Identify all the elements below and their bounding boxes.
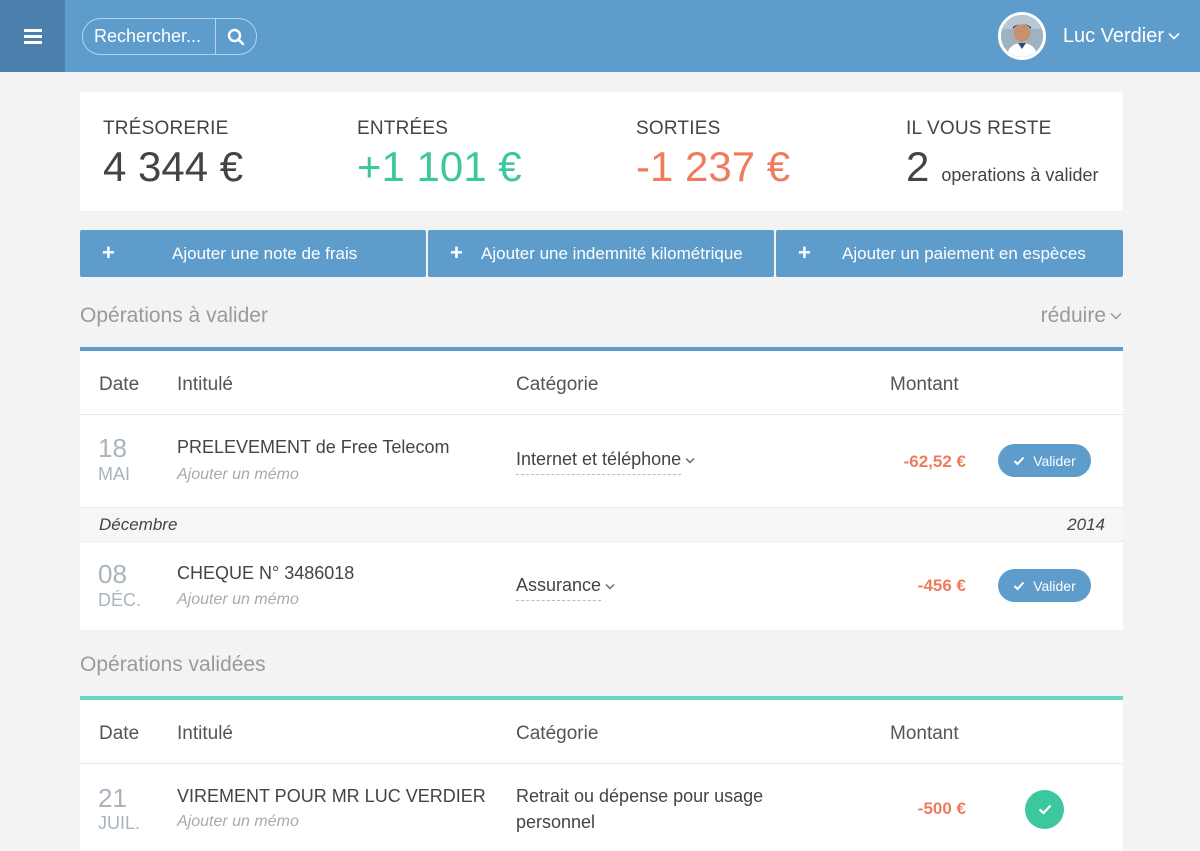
date-day: 21 — [98, 783, 127, 813]
month-group-header: Décembre 2014 — [80, 507, 1123, 542]
column-header-intitule: Intitulé — [177, 374, 233, 395]
date-day: 18 — [98, 433, 127, 463]
chevron-down-icon — [1110, 312, 1122, 320]
memo-field[interactable]: Ajouter un mémo — [177, 466, 299, 484]
chevron-down-icon — [605, 583, 615, 590]
validate-label: Valider — [1033, 452, 1076, 469]
group-year: 2014 — [1067, 515, 1105, 534]
category-value: Assurance — [516, 575, 602, 601]
stat-value: -1 237 € — [636, 143, 791, 190]
magnifier-icon — [227, 28, 245, 46]
stat-entrees: ENTRÉES +1 101 € — [357, 118, 522, 188]
column-header-intitule: Intitulé — [177, 723, 233, 744]
memo-field[interactable]: Ajouter un mémo — [177, 813, 299, 831]
avatar — [997, 12, 1046, 60]
action-bar: + Ajouter une note de frais + Ajouter un… — [80, 230, 1123, 277]
check-icon — [1013, 456, 1025, 466]
search-input[interactable] — [83, 19, 215, 54]
stat-label: SORTIES — [636, 118, 721, 139]
summary-card: TRÉSORERIE 4 344 € ENTRÉES +1 101 € SORT… — [80, 92, 1123, 211]
stat-tresorerie: TRÉSORERIE 4 344 € — [103, 118, 243, 188]
table-header: Date Intitulé Catégorie Montant — [80, 351, 1123, 415]
column-header-date: Date — [99, 723, 140, 744]
section-title-pending: Opérations à valider — [80, 304, 268, 327]
button-label: Ajouter un paiement en espèces — [842, 244, 1086, 263]
button-label: Ajouter une indemnité kilométrique — [481, 244, 743, 263]
column-header-categorie: Catégorie — [516, 723, 599, 744]
validate-button[interactable]: Valider — [998, 444, 1091, 477]
plus-icon: + — [450, 240, 463, 265]
user-menu[interactable]: Luc Verdier — [997, 12, 1180, 60]
chevron-down-icon — [1168, 32, 1180, 40]
stat-label: ENTRÉES — [357, 118, 449, 139]
operation-label: VIREMENT POUR MR LUC VERDIER — [177, 786, 486, 806]
category-line: Retrait ou dépense pour usage — [516, 786, 764, 806]
operation-label: CHEQUE N° 3486018 — [177, 563, 355, 583]
date-month: MAI — [98, 464, 131, 484]
validate-button[interactable]: Valider — [998, 569, 1091, 602]
validated-operations-table: Date Intitulé Catégorie Montant 21 JUIL.… — [80, 696, 1123, 851]
stat-reste: IL VOUS RESTE 2 operations à valider — [906, 118, 1098, 188]
hamburger-icon — [23, 28, 42, 44]
category-value: Retrait ou dépense pour usage personnel — [516, 783, 806, 835]
operation-label: PRELEVEMENT de Free Telecom — [177, 437, 450, 457]
group-month: Décembre — [99, 515, 178, 534]
stat-sorties: SORTIES -1 237 € — [636, 118, 790, 188]
button-label: Ajouter une note de frais — [172, 244, 358, 263]
pending-operations-table: Date Intitulé Catégorie Montant 18 MAI P… — [80, 347, 1123, 630]
category-select[interactable]: Internet et téléphone — [516, 449, 695, 475]
category-select[interactable]: Assurance — [516, 575, 615, 601]
user-name: Luc Verdier — [1062, 24, 1164, 47]
stat-value: 2 — [906, 143, 930, 190]
check-icon — [1013, 581, 1025, 591]
table-row: 18 MAI PRELEVEMENT de Free Telecom Ajout… — [80, 416, 1123, 504]
column-header-montant: Montant — [890, 723, 959, 744]
stat-label: TRÉSORERIE — [103, 118, 229, 139]
add-mileage-allowance-button[interactable]: + Ajouter une indemnité kilométrique — [428, 230, 774, 277]
validated-badge — [1025, 790, 1064, 829]
memo-field[interactable]: Ajouter un mémo — [177, 591, 299, 609]
section-title-validated: Opérations validées — [80, 653, 266, 676]
column-header-categorie: Catégorie — [516, 374, 599, 395]
stat-value: +1 101 € — [357, 143, 522, 190]
search-box — [82, 18, 257, 55]
category-line: personnel — [516, 812, 596, 832]
check-icon — [1038, 804, 1052, 815]
search-button[interactable] — [215, 19, 256, 54]
reduce-label: réduire — [1040, 304, 1106, 327]
stat-value: 4 344 € — [103, 143, 244, 190]
date-month: JUIL. — [98, 813, 141, 833]
plus-icon: + — [102, 240, 115, 265]
category-value: Internet et téléphone — [516, 449, 682, 475]
stat-caption: operations à valider — [941, 165, 1099, 185]
date-month: DÉC. — [98, 590, 142, 610]
stat-label: IL VOUS RESTE — [906, 118, 1052, 139]
table-row: 21 JUIL. VIREMENT POUR MR LUC VERDIER Aj… — [80, 765, 1123, 851]
add-expense-note-button[interactable]: + Ajouter une note de frais — [80, 230, 426, 277]
amount: -456 € — [917, 576, 966, 595]
amount: -500 € — [917, 799, 966, 818]
menu-button[interactable] — [0, 0, 65, 72]
table-row: 08 DÉC. CHEQUE N° 3486018 Ajouter un mém… — [80, 542, 1123, 630]
table-header: Date Intitulé Catégorie Montant — [80, 700, 1123, 764]
date-day: 08 — [98, 559, 127, 589]
plus-icon: + — [798, 240, 811, 265]
top-bar: Luc Verdier — [0, 0, 1200, 72]
add-cash-payment-button[interactable]: + Ajouter un paiement en espèces — [776, 230, 1123, 277]
validate-label: Valider — [1033, 577, 1076, 594]
reduce-toggle[interactable]: réduire — [1041, 304, 1122, 328]
amount: -62,52 € — [903, 452, 966, 471]
column-header-montant: Montant — [890, 374, 959, 395]
column-header-date: Date — [99, 374, 140, 395]
chevron-down-icon — [685, 457, 695, 464]
